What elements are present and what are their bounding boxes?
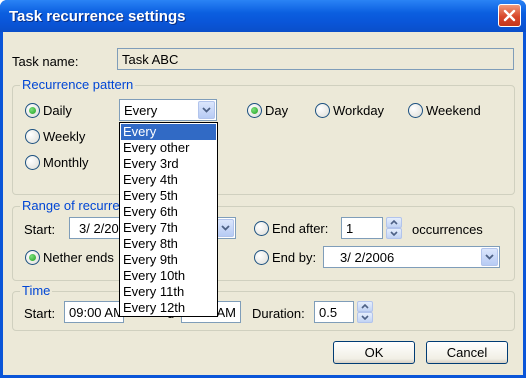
time-start-input[interactable]: 09:00 AM [64,301,124,323]
radio-neither-ends[interactable]: Nether ends [25,250,114,265]
duration-up-button[interactable] [357,301,373,312]
duration-down-button[interactable] [357,312,373,323]
chevron-down-icon [221,225,230,231]
occurrences-up-button[interactable] [386,217,402,228]
dropdown-option[interactable]: Every 8th [121,236,216,252]
radio-end-by-circle [254,250,269,265]
close-button[interactable] [498,4,521,27]
chevron-down-icon [361,315,369,320]
radio-daily-label: Daily [43,103,72,118]
occurrences-label: occurrences [412,222,483,237]
end-by-date-value: 3/ 2/2006 [340,250,395,265]
every-dropdown-list[interactable]: Every Every other Every 3rd Every 4th Every … [119,122,218,317]
cancel-button[interactable]: Cancel [426,341,508,364]
radio-workday-circle [315,103,330,118]
chevron-down-icon [202,107,211,113]
radio-weekly[interactable]: Weekly [25,129,85,144]
dropdown-option[interactable]: Every 5th [121,188,216,204]
radio-end-after[interactable]: End after: [254,221,328,236]
range-start-label: Start: [24,222,56,237]
occurrences-down-button[interactable] [386,228,402,239]
task-name-field[interactable]: Task ABC [117,48,514,70]
recurrence-pattern-title: Recurrence pattern [20,77,136,92]
dropdown-option[interactable]: Every 4th [121,172,216,188]
radio-weekend[interactable]: Weekend [408,103,481,118]
dropdown-option[interactable]: Every 9th [121,252,216,268]
every-combo-value: Every [124,103,158,118]
title-bar[interactable]: Task recurrence settings [0,0,526,32]
range-group-title: Range of recurre [20,198,122,213]
dropdown-option[interactable]: Every 11th [121,284,216,300]
dropdown-option[interactable]: Every 12th [121,300,216,316]
recurrence-pattern-group: Recurrence pattern [12,77,515,195]
dropdown-option[interactable]: Every 3rd [121,156,216,172]
radio-monthly-circle [25,155,40,170]
chevron-down-icon [485,254,494,260]
duration-spinner[interactable] [357,301,373,323]
dropdown-option[interactable]: Every 10th [121,268,216,284]
radio-daily[interactable]: Daily [25,103,72,118]
dropdown-option[interactable]: Every [121,124,216,140]
radio-neither-label: Nether ends [43,250,114,265]
radio-weekly-label: Weekly [43,129,86,144]
every-combo[interactable]: Every [119,99,217,121]
radio-end-after-label: End after: [272,221,329,236]
radio-weekend-circle [408,103,423,118]
radio-workday-label: Workday [333,103,385,118]
every-combo-button[interactable] [198,101,215,119]
chevron-up-icon [390,220,398,225]
time-group-title: Time [20,283,53,298]
radio-weekly-circle [25,129,40,144]
dialog-window: Task recurrence settings Task name: Task… [0,0,526,378]
range-start-date-value: 3/ 2/20 [79,221,119,236]
end-by-date-button[interactable] [481,248,498,266]
radio-daily-circle [25,103,40,118]
window-title: Task recurrence settings [9,8,186,25]
radio-day-label: Day [265,103,289,118]
range-start-date-button[interactable] [217,219,234,237]
time-start-label: Start: [24,306,56,321]
close-icon [503,9,516,22]
chevron-down-icon [390,231,398,236]
radio-workday[interactable]: Workday [315,103,384,118]
radio-end-after-circle [254,221,269,236]
occurrences-spinner[interactable] [386,217,402,239]
dropdown-option[interactable]: Every other [121,140,216,156]
dropdown-option[interactable]: Every 6th [121,204,216,220]
radio-day[interactable]: Day [247,103,288,118]
end-by-date[interactable]: 3/ 2/2006 [323,246,500,268]
task-name-label: Task name: [12,54,79,69]
radio-weekend-label: Weekend [426,103,481,118]
radio-monthly[interactable]: Monthly [25,155,89,170]
radio-end-by-label: End by: [272,250,317,265]
duration-input[interactable]: 0.5 [314,301,354,323]
ok-button[interactable]: OK [333,341,415,364]
occurrences-input[interactable]: 1 [341,217,383,239]
chevron-up-icon [361,304,369,309]
duration-label: Duration: [252,306,305,321]
radio-monthly-label: Monthly [43,155,89,170]
radio-neither-circle [25,250,40,265]
dialog-body: Task name: Task ABC Recurrence pattern D… [3,32,523,375]
dropdown-option[interactable]: Every 7th [121,220,216,236]
radio-day-circle [247,103,262,118]
radio-end-by[interactable]: End by: [254,250,316,265]
